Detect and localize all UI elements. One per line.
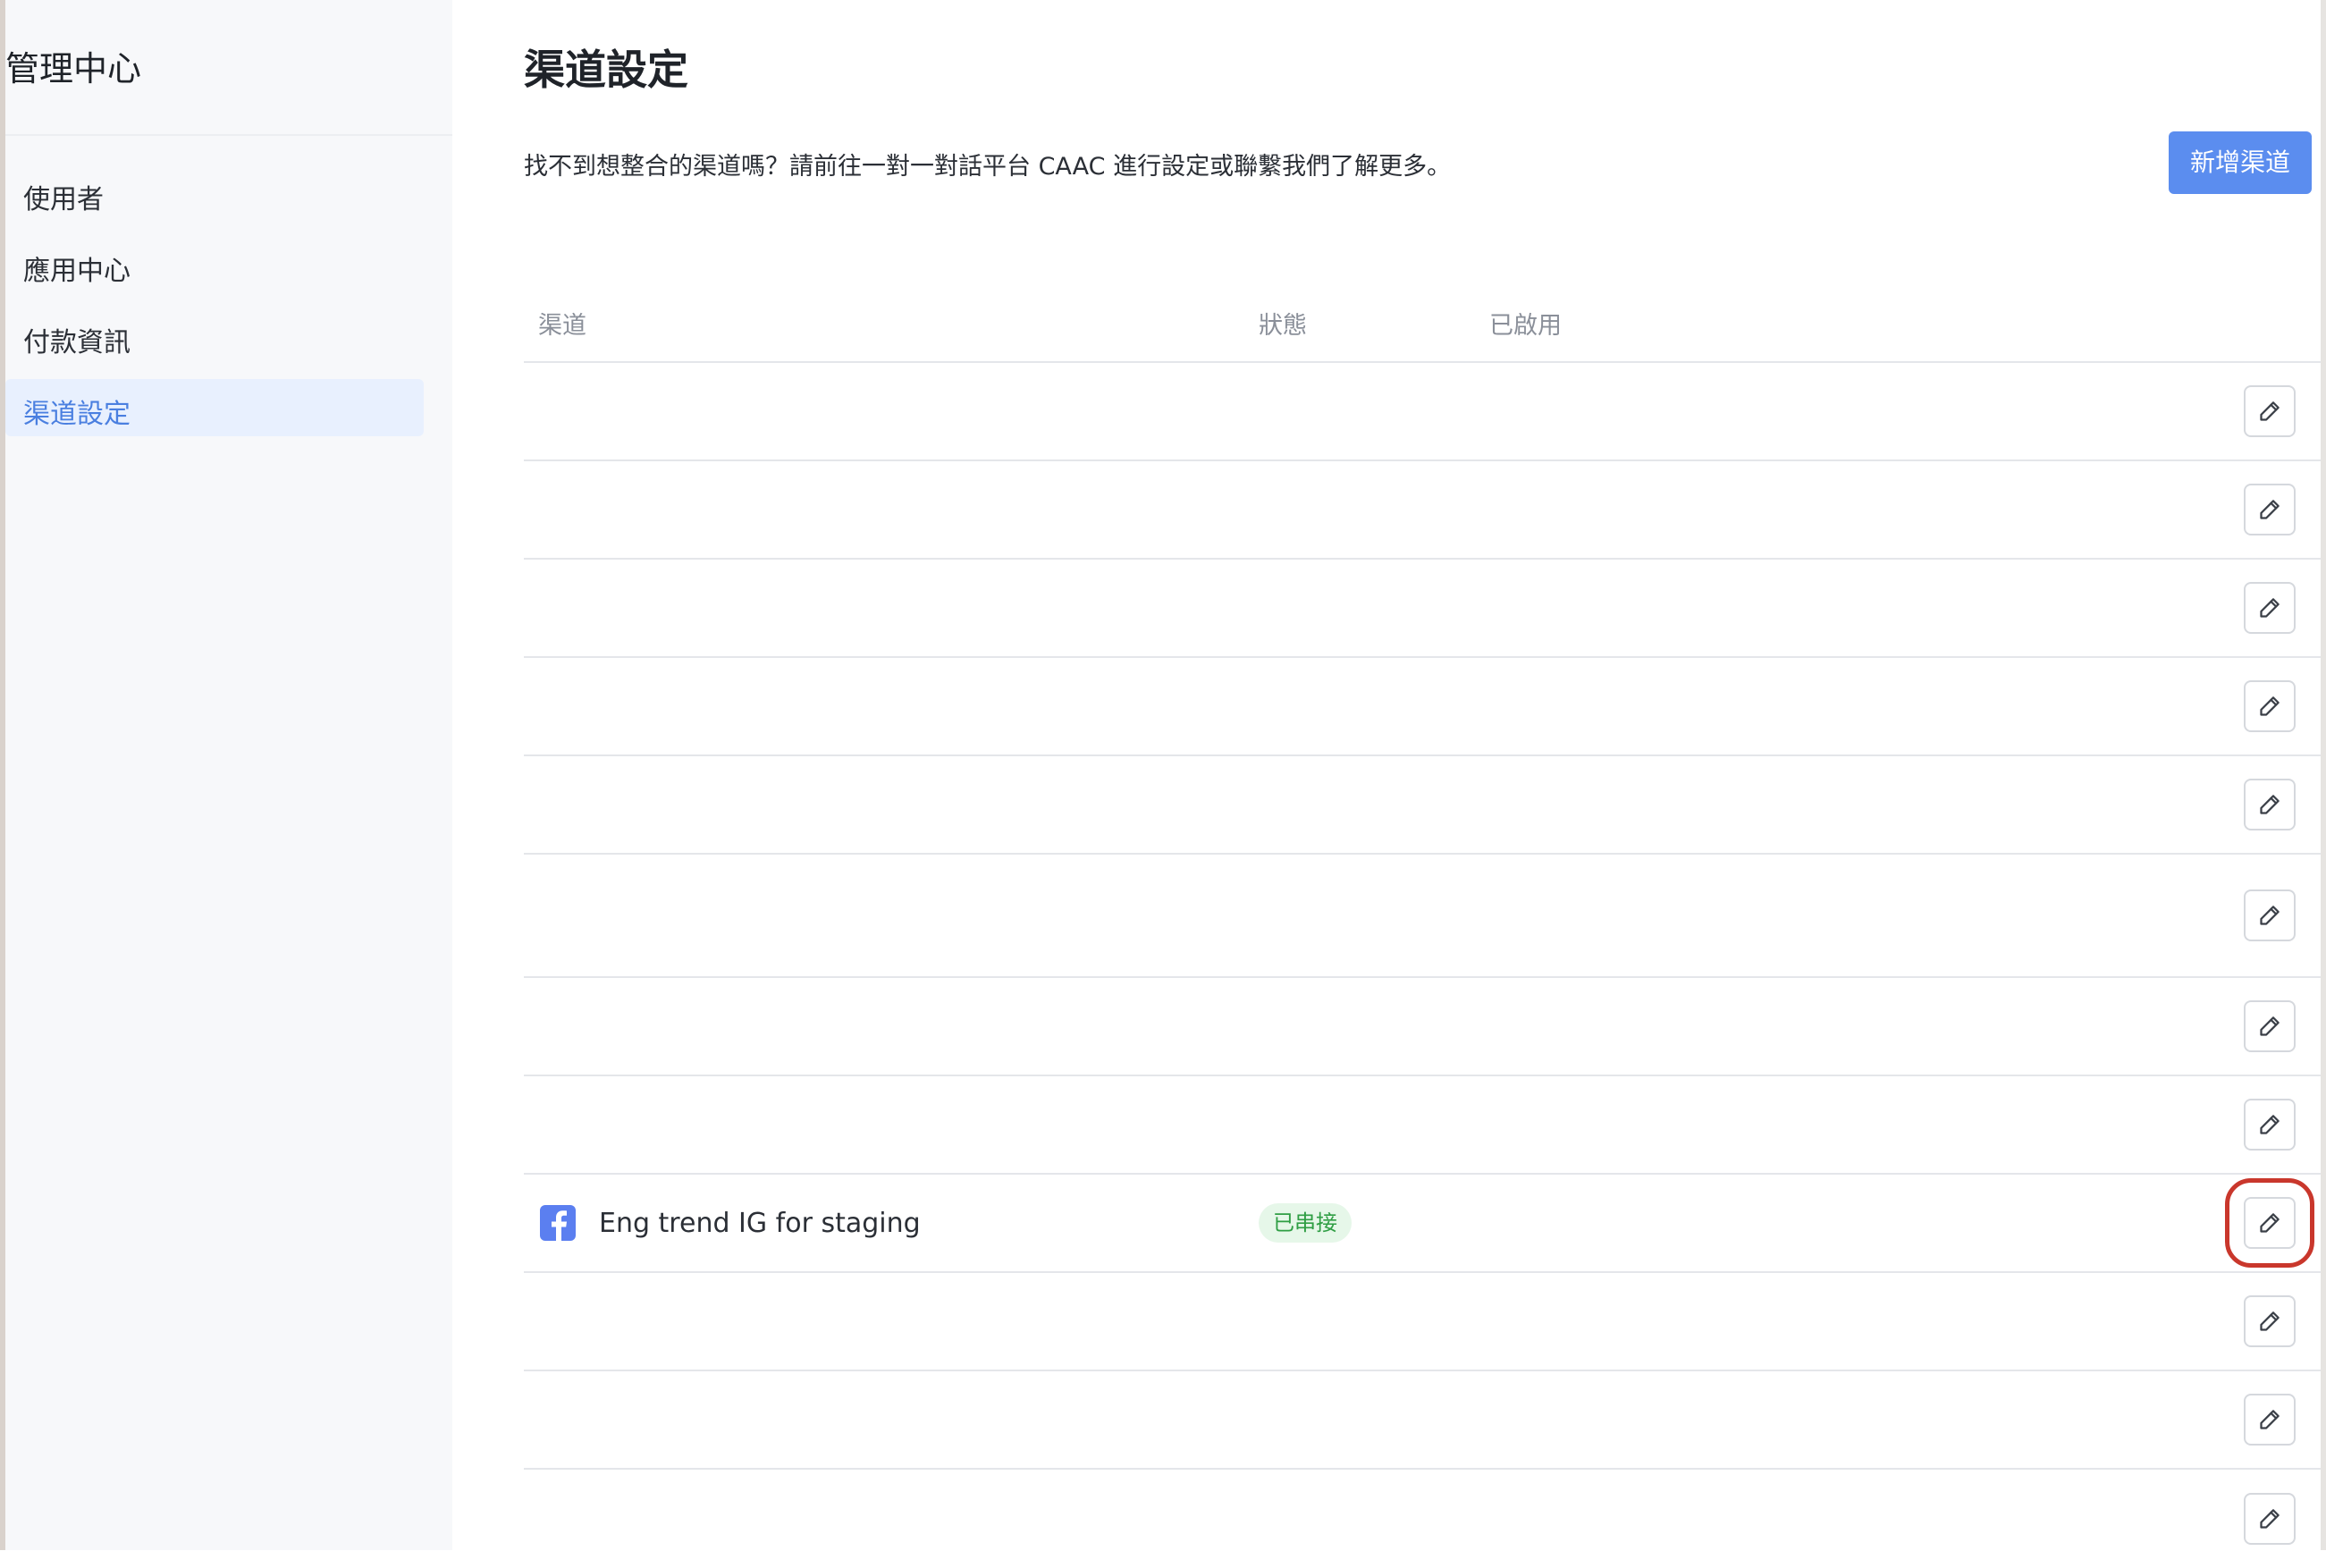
- table-row: [524, 978, 2321, 1076]
- pencil-icon: [2260, 1311, 2280, 1331]
- pencil-icon: [2260, 696, 2280, 716]
- edit-button[interactable]: [2244, 779, 2296, 830]
- channel-cell: Eng trend IG for staging: [540, 1203, 921, 1243]
- table-row: [524, 756, 2321, 855]
- page-title: 渠道設定: [524, 46, 688, 94]
- pencil-icon: [2260, 1509, 2280, 1529]
- table-row: [524, 855, 2321, 978]
- edit-button[interactable]: [2244, 582, 2296, 634]
- table-header: 渠道 狀態 已啟用: [524, 295, 2321, 363]
- sidebar-item-label: 使用者: [23, 184, 104, 215]
- edit-button[interactable]: [2244, 385, 2296, 437]
- column-header-status[interactable]: 狀態: [1259, 306, 1307, 341]
- pencil-icon: [2260, 1213, 2280, 1233]
- pencil-icon: [2260, 598, 2280, 618]
- table-row: [524, 1076, 2321, 1175]
- column-header-enabled[interactable]: 已啟用: [1489, 306, 1562, 341]
- table-row: [524, 658, 2321, 756]
- table-row: [524, 1273, 2321, 1371]
- facebook-icon: [540, 1205, 576, 1241]
- page-description: 找不到想整合的渠道嗎？請前往一對一對話平台 CAAC 進行設定或聯繫我們了解更多…: [524, 153, 1452, 181]
- edit-button[interactable]: [2244, 484, 2296, 535]
- pencil-icon: [2260, 1115, 2280, 1134]
- channel-table-body: Eng trend IG for staging 已串接: [524, 363, 2321, 1568]
- pencil-icon: [2260, 401, 2280, 421]
- edit-button[interactable]: [2244, 889, 2296, 941]
- pencil-icon: [2260, 1410, 2280, 1429]
- table-row: [524, 363, 2321, 461]
- pencil-icon: [2260, 1016, 2280, 1036]
- edit-button[interactable]: [2244, 1394, 2296, 1446]
- edit-button[interactable]: [2225, 1178, 2314, 1268]
- sidebar-item-label: 渠道設定: [23, 399, 131, 430]
- table-row: [524, 560, 2321, 658]
- main-panel: 渠道設定 找不到想整合的渠道嗎？請前往一對一對話平台 CAAC 進行設定或聯繫我…: [452, 0, 2321, 1550]
- sidebar-item-channel-settings[interactable]: 渠道設定: [5, 379, 424, 436]
- table-row: [524, 1371, 2321, 1470]
- window-right-edge: [2321, 0, 2326, 1550]
- sidebar-item-label: 付款資訊: [23, 327, 131, 358]
- edit-button[interactable]: [2244, 1295, 2296, 1347]
- table-row: [524, 461, 2321, 560]
- sidebar: 管理中心 使用者 應用中心 付款資訊 渠道設定: [5, 0, 452, 1550]
- channel-name: Eng trend IG for staging: [599, 1207, 921, 1239]
- sidebar-item-users[interactable]: 使用者: [5, 164, 424, 222]
- edit-button[interactable]: [2244, 1099, 2296, 1151]
- pencil-icon: [2260, 500, 2280, 519]
- sidebar-item-payment-info[interactable]: 付款資訊: [5, 308, 424, 365]
- add-channel-button[interactable]: 新增渠道: [2169, 131, 2312, 194]
- sidebar-divider: [5, 134, 452, 136]
- edit-button[interactable]: [2244, 680, 2296, 732]
- sidebar-title: 管理中心: [5, 49, 142, 89]
- edit-button[interactable]: [2244, 1493, 2296, 1545]
- column-header-channel[interactable]: 渠道: [538, 306, 586, 341]
- sidebar-item-app-center[interactable]: 應用中心: [5, 236, 424, 293]
- table-row-eng-trend: Eng trend IG for staging 已串接: [524, 1175, 2321, 1273]
- table-row: [524, 1470, 2321, 1568]
- edit-button[interactable]: [2244, 1000, 2296, 1052]
- status-badge: 已串接: [1259, 1203, 1352, 1243]
- sidebar-item-label: 應用中心: [23, 256, 131, 287]
- pencil-icon: [2260, 795, 2280, 814]
- pencil-icon: [2260, 906, 2280, 925]
